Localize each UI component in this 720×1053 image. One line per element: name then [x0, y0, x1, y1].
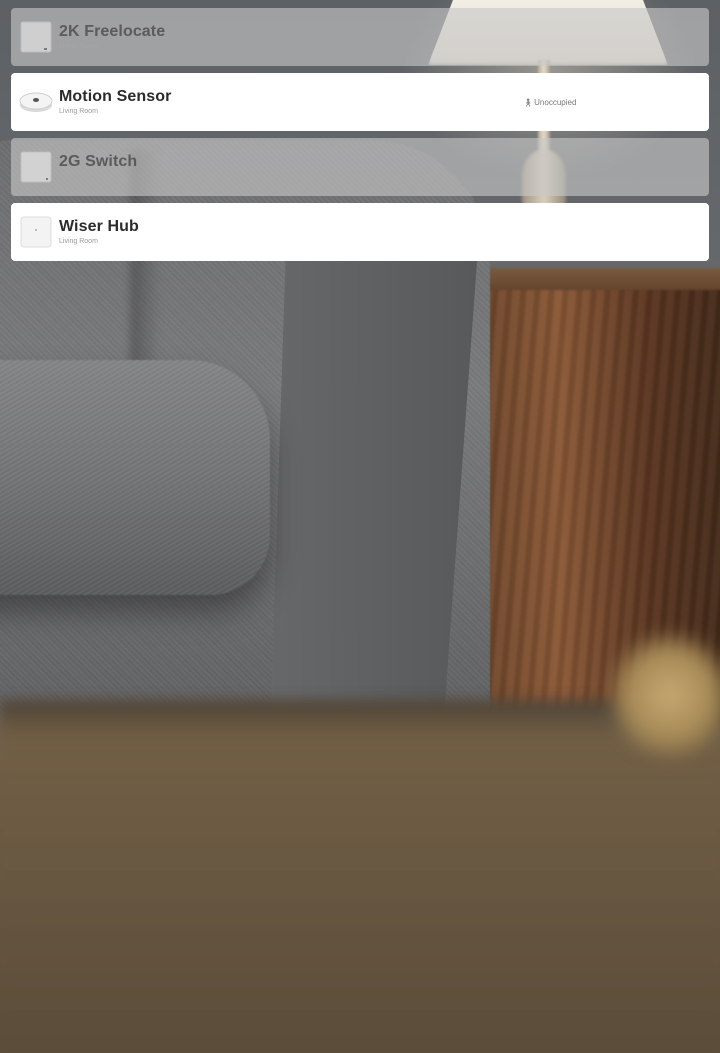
- switch-icon: [19, 150, 53, 184]
- device-card-motion-sensor[interactable]: Motion Sensor Living Room 🚶︎ Unoccupied: [11, 73, 709, 131]
- device-room: Living Room: [59, 173, 98, 180]
- device-card-2g-switch[interactable]: 2G Switch Living Room: [11, 138, 709, 196]
- device-name: Wiser Hub: [59, 218, 139, 235]
- device-room: Living Room: [59, 43, 98, 50]
- device-list: 2K Freelocate Living Room Motion Sensor …: [11, 8, 709, 261]
- occupancy-status: 🚶︎ Unoccupied: [523, 98, 576, 107]
- device-room: Living Room: [59, 108, 98, 115]
- device-room: Living Room: [59, 238, 98, 245]
- device-dashboard-screen: 2K Freelocate Living Room Motion Sensor …: [0, 0, 720, 1053]
- occupancy-status-text: Unoccupied: [534, 98, 577, 107]
- device-card-2k-freelocate[interactable]: 2K Freelocate Living Room: [11, 8, 709, 66]
- device-card-wiser-hub[interactable]: Wiser Hub Living Room: [11, 203, 709, 261]
- camera-icon: [19, 20, 53, 54]
- walking-person-icon: 🚶︎: [523, 98, 534, 107]
- device-name: Motion Sensor: [59, 88, 172, 105]
- device-name: 2K Freelocate: [59, 23, 166, 40]
- hub-icon: [19, 215, 53, 249]
- motion-sensor-icon: [19, 85, 53, 119]
- device-name: 2G Switch: [59, 153, 138, 170]
